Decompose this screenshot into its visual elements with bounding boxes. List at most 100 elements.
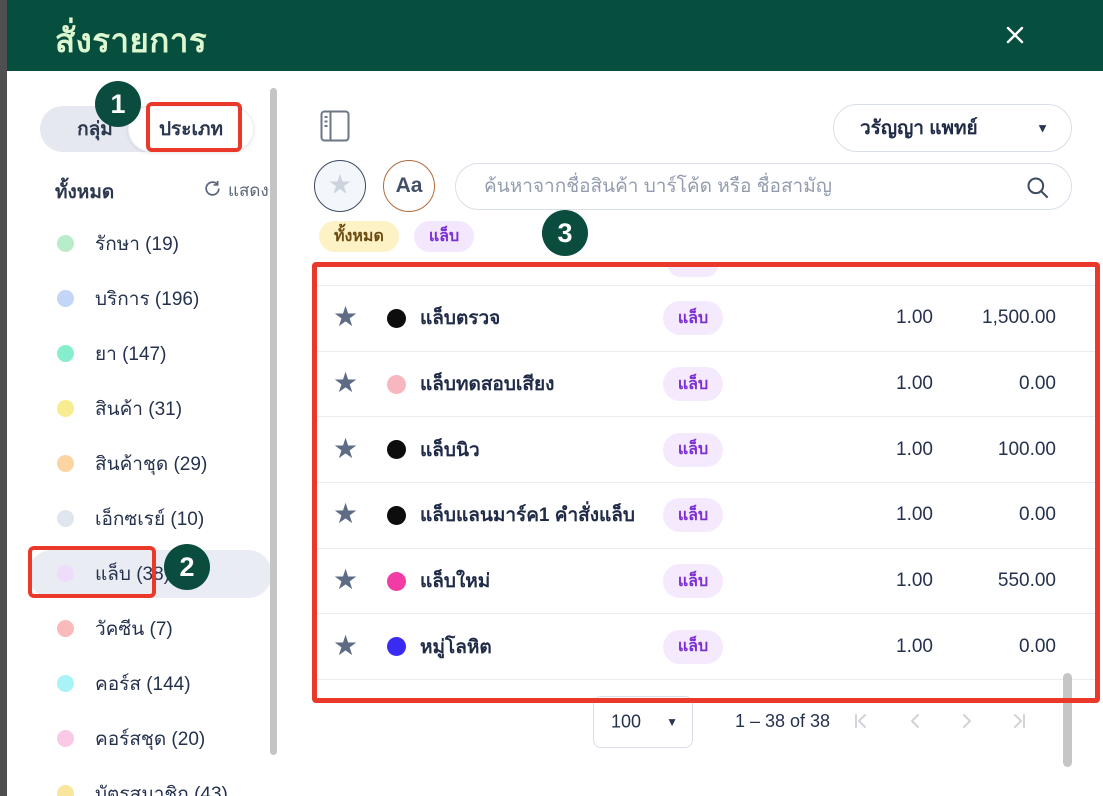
category-item[interactable]: รักษา (19) (7, 216, 273, 271)
filter-chip-lab[interactable]: แล็บ (413, 221, 475, 252)
item-name: แล็บนิว (420, 439, 480, 461)
favorite-star-icon[interactable]: ★ (333, 498, 358, 531)
category-label: เอ็กซเรย์ (10) (95, 508, 205, 530)
item-price: 0.00 (1019, 635, 1056, 657)
category-item[interactable]: สินค้าชุด (29) (7, 436, 273, 491)
show-label: แสดง (228, 181, 269, 200)
category-color-dot (57, 730, 74, 747)
favorites-filter-button[interactable]: ★ (314, 160, 366, 212)
table-row[interactable]: ★ หมู่โลหิต แล็บ 1.00 0.00 (316, 614, 1096, 681)
chevron-left-icon (904, 714, 928, 736)
close-button[interactable] (997, 18, 1033, 54)
toggle-option-type[interactable]: ประเภท (128, 106, 254, 152)
item-color-dot (387, 637, 406, 657)
item-name: แล็บใหม่ (420, 571, 491, 593)
category-label: สินค้า (31) (95, 398, 183, 420)
pagination-range-label: 1 – 38 of 38 (734, 711, 831, 731)
category-label: แล็บ (38) (95, 563, 171, 585)
last-page-button[interactable] (1005, 709, 1031, 735)
category-label: ยา (147) (95, 343, 167, 365)
item-price: 1,500.00 (982, 307, 1056, 329)
category-label: คอร์ส (144) (95, 673, 191, 695)
favorite-star-icon[interactable]: ★ (333, 366, 358, 399)
category-item-selected-lab[interactable]: แล็บ (38) (7, 546, 273, 601)
category-item[interactable]: เอ็กซเรย์ (10) (7, 491, 273, 546)
item-name: หมู่โลหิต (420, 636, 492, 658)
item-name: แล็บตรวจ (420, 308, 501, 330)
modal-header: สั่งรายการ (7, 0, 1103, 71)
item-price: 550.00 (997, 570, 1056, 592)
group-type-toggle: กลุ่ม ประเภท (40, 106, 254, 152)
item-color-dot (387, 440, 406, 460)
category-color-dot (57, 675, 74, 692)
provider-select-value: วรัญญา แพทย์ (860, 118, 978, 139)
item-price: 100.00 (997, 438, 1056, 460)
item-tag-badge: แล็บ (663, 367, 723, 402)
favorite-star-icon[interactable]: ★ (333, 301, 358, 334)
search-input[interactable] (484, 166, 1024, 207)
category-color-dot (57, 455, 74, 472)
category-item[interactable]: ยา (147) (7, 326, 273, 381)
page-size-select[interactable]: 100 ▼ (593, 696, 693, 748)
filter-chips: ทั้งหมด แล็บ (319, 221, 475, 252)
category-item[interactable]: บัตรสมาชิก (43) (7, 766, 273, 796)
all-categories-label: ทั้งหมด (55, 182, 115, 203)
last-page-icon (1006, 714, 1030, 736)
category-item[interactable]: สินค้า (31) (7, 381, 273, 436)
search-icon[interactable] (1024, 174, 1051, 206)
category-color-dot (57, 785, 74, 796)
previous-page-button[interactable] (903, 709, 929, 735)
show-refresh-button[interactable]: แสดง (203, 177, 269, 204)
category-color-dot (57, 620, 74, 637)
category-list: รักษา (19) บริการ (196) ยา (147) สินค้า … (7, 216, 273, 796)
table-row[interactable]: ★ แล็บตรวจ แล็บ 1.00 1,500.00 (316, 286, 1096, 352)
category-color-dot (57, 290, 74, 307)
table-row[interactable]: ★ แล็บทดสอบเสียง แล็บ 1.00 0.00 (316, 352, 1096, 418)
category-item[interactable]: คอร์สชุด (20) (7, 711, 273, 766)
category-color-dot (57, 565, 74, 582)
category-label: บัตรสมาชิก (43) (95, 783, 228, 796)
sidebar-layout-icon (320, 110, 350, 145)
favorite-star-icon[interactable]: ★ (333, 563, 358, 596)
category-item[interactable]: วัคซีน (7) (7, 601, 273, 656)
category-color-dot (57, 400, 74, 417)
favorite-star-icon[interactable]: ★ (333, 432, 358, 465)
category-label: สินค้าชุด (29) (95, 453, 208, 475)
favorite-star-icon[interactable]: ★ (333, 629, 358, 662)
category-item[interactable]: บริการ (196) (7, 271, 273, 326)
search-bar (455, 163, 1072, 210)
category-color-dot (57, 345, 74, 362)
filter-chip-all[interactable]: ทั้งหมด (319, 221, 399, 252)
category-label: วัคซีน (7) (95, 618, 173, 640)
item-tag-badge: แล็บ (663, 498, 723, 533)
item-tag-badge: แล็บ (663, 564, 723, 599)
item-color-dot (387, 571, 406, 591)
refresh-icon (203, 179, 222, 203)
item-color-dot (387, 374, 406, 394)
next-page-button[interactable] (953, 709, 979, 735)
table-row[interactable]: ★ แล็บแลนมาร์ค1 คำสั่งแล็บ แล็บ 1.00 0.0… (316, 483, 1096, 549)
provider-select[interactable]: วรัญญา แพทย์ ▼ (833, 104, 1072, 152)
item-tag-badge: แล็บ (663, 432, 723, 467)
item-table: ★ แล็บตรวจ แล็บ 1.00 1,500.00 ★ แล็บทดสอ… (316, 285, 1096, 681)
item-name: แล็บแลนมาร์ค1 คำสั่งแล็บ (420, 505, 635, 527)
sidebar-scrollbar[interactable] (270, 88, 277, 755)
category-item[interactable]: คอร์ส (144) (7, 656, 273, 711)
item-name: แล็บทดสอบเสียง (420, 374, 555, 396)
layout-panel-button[interactable] (318, 109, 352, 145)
category-label: บริการ (196) (95, 288, 200, 310)
page-backdrop (0, 0, 7, 796)
category-label: คอร์สชุด (20) (95, 728, 206, 750)
chevron-right-icon (954, 714, 978, 736)
category-label: รักษา (19) (95, 233, 179, 255)
table-row[interactable]: ★ แล็บนิว แล็บ 1.00 100.00 (316, 417, 1096, 484)
star-icon: ★ (327, 169, 353, 200)
page-size-value: 100 (611, 711, 642, 732)
table-row[interactable]: ★ แล็บใหม่ แล็บ 1.00 550.00 (316, 549, 1096, 615)
clipped-tag-chip (668, 263, 718, 277)
category-color-dot (57, 235, 74, 252)
first-page-icon (850, 714, 874, 736)
first-page-button[interactable] (849, 709, 875, 735)
text-size-button[interactable]: Aa (383, 160, 435, 212)
content-scrollbar[interactable] (1063, 673, 1072, 767)
